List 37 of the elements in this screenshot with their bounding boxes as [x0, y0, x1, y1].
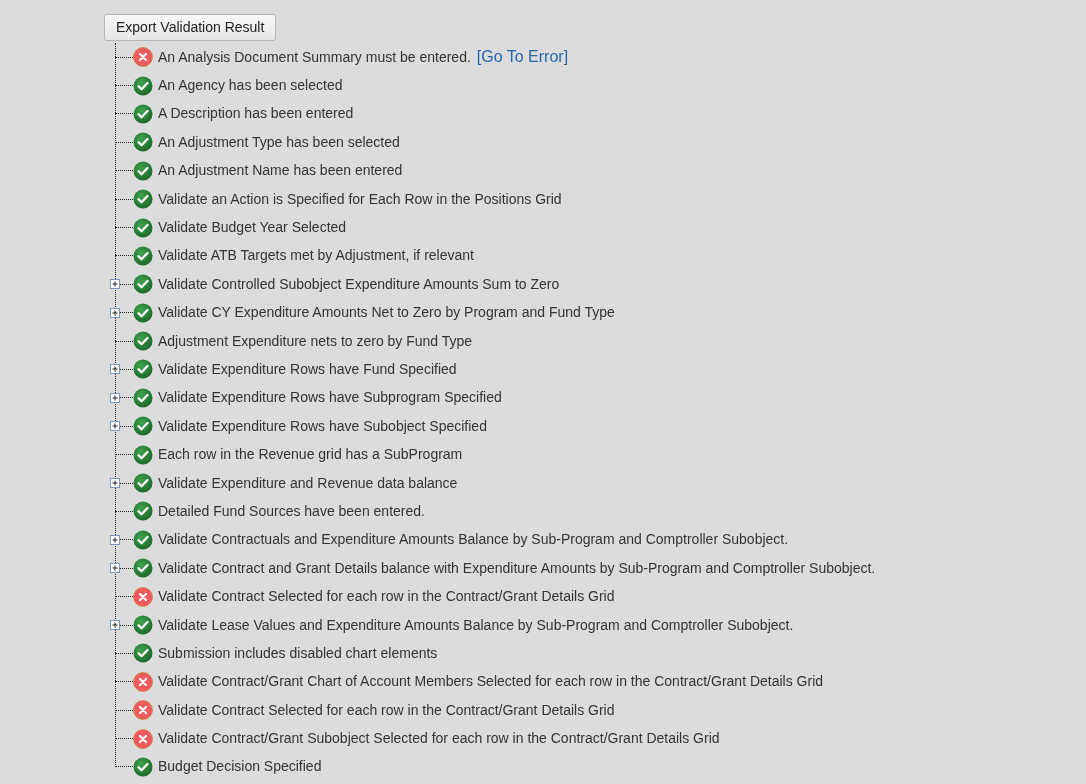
- validation-message: A Description has been entered: [158, 104, 354, 124]
- validation-message: Validate Contractuals and Expenditure Amounts Balance by Sub-Program and Comptroller Subobject.: [158, 530, 789, 550]
- export-button[interactable]: Export Validation Result: [104, 14, 277, 41]
- validation-message: Adjustment Expenditure nets to zero by Fund Type: [158, 331, 473, 351]
- validation-message: Validate Contract/Grant Chart of Account Members Selected for each row in the Contract/Grant Details Grid: [158, 672, 824, 692]
- validation-message: Detailed Fund Sources have been entered.: [158, 501, 425, 521]
- expand-icon[interactable]: [110, 563, 120, 574]
- expand-icon[interactable]: [110, 534, 120, 545]
- expand-icon[interactable]: [110, 307, 120, 318]
- expand-icon[interactable]: [110, 619, 120, 630]
- validation-message: Validate Contract and Grant Details balance with Expenditure Amounts by Sub-Program and Comptroller Subobject.: [158, 558, 876, 578]
- expand-icon[interactable]: [110, 421, 120, 432]
- validation-message: An Adjustment Type has been selected: [158, 132, 400, 152]
- validation-message: An Agency has been selected: [158, 76, 343, 96]
- validation-message: Validate Expenditure Rows have Fund Specified: [158, 360, 457, 379]
- validation-message: Validate Contract Selected for each row in the Contract/Grant Details Grid: [158, 587, 615, 607]
- validation-message: Validate Contract Selected for each row in the Contract/Grant Details Grid: [158, 700, 615, 720]
- validation-message: Validate Lease Values and Expenditure Amounts Balance by Sub-Program and Comptroller Subobject.: [158, 615, 794, 635]
- expand-icon[interactable]: [110, 477, 120, 488]
- expand-icon[interactable]: [110, 279, 120, 290]
- validation-message: Validate Contract/Grant Subobject Selected for each row in the Contract/Grant Details Grid: [158, 729, 720, 749]
- validation-message: Validate Expenditure Rows have Subobject Specified: [158, 416, 487, 436]
- validation-message: Validate CY Expenditure Amounts Net to Zero by Program and Fund Type: [158, 303, 615, 323]
- validation-message: Budget Decision Specified: [158, 757, 322, 777]
- validation-message: Validate Controlled Subobject Expenditure Amounts Sum to Zero: [158, 274, 560, 294]
- validation-message: Validate an Action is Specified for Each Row in the Positions Grid: [158, 189, 562, 209]
- validation-message: Validate Expenditure and Revenue data balance: [158, 473, 458, 493]
- validation-message: An Adjustment Name has been entered: [158, 161, 403, 181]
- expand-icon[interactable]: [110, 392, 120, 403]
- validation-message: Submission includes disabled chart elements: [158, 643, 438, 663]
- validation-message: Validate Budget Year Selected: [158, 218, 347, 238]
- validation-message: Validate Expenditure Rows have Subprogram Specified: [158, 388, 502, 408]
- validation-message: Each row in the Revenue grid has a SubProgram: [158, 445, 463, 465]
- validation-message: Validate ATB Targets met by Adjustment, if relevant: [158, 246, 474, 266]
- go-to-error-link[interactable]: [Go To Error]: [476, 45, 569, 70]
- validation-message: An Analysis Document Summary must be entered.: [158, 47, 471, 67]
- expand-icon[interactable]: [110, 364, 120, 375]
